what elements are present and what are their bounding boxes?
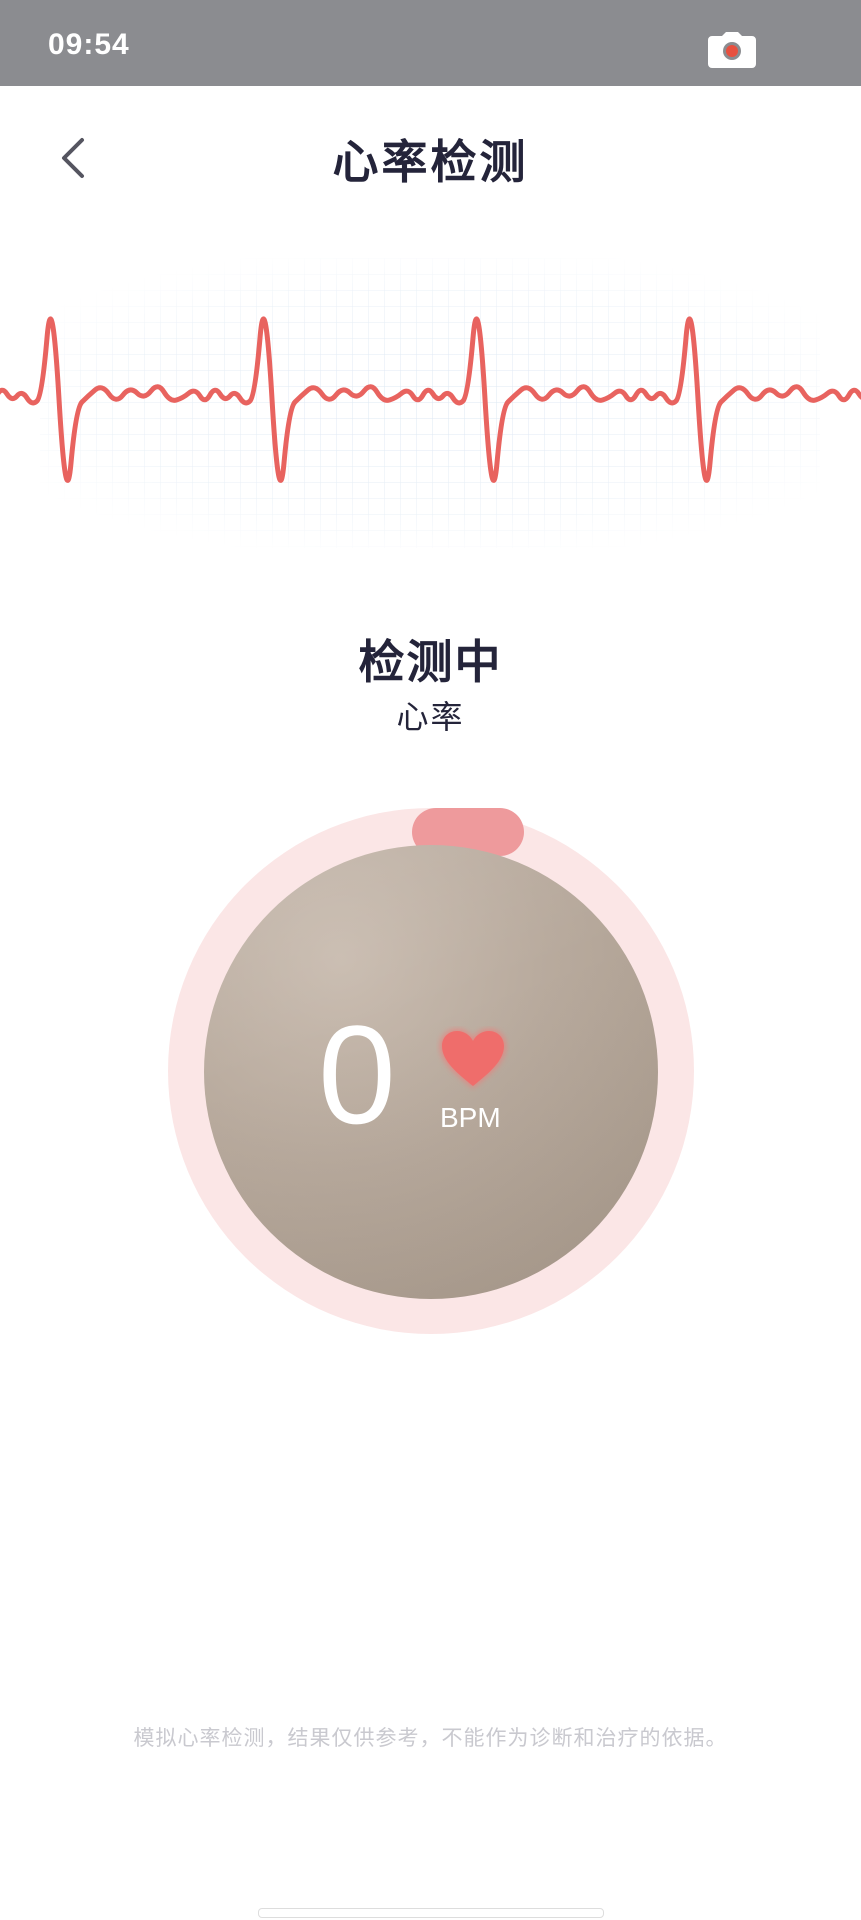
heart-rate-screen: 09:54 心率检测 检测中 心率 0 BPM 模拟心率检测，结果仅供参考，不能… bbox=[0, 0, 861, 1920]
status-time: 09:54 bbox=[48, 28, 130, 61]
status-bar: 09:54 bbox=[0, 0, 861, 86]
page-title: 心率检测 bbox=[332, 135, 529, 189]
home-indicator[interactable] bbox=[258, 1908, 604, 1918]
ecg-waveform bbox=[0, 258, 861, 548]
header: 心率检测 bbox=[0, 86, 861, 226]
heart-icon bbox=[440, 1029, 506, 1088]
preview-shade bbox=[204, 845, 658, 1299]
camera-preview bbox=[204, 845, 658, 1299]
disclaimer: 模拟心率检测，结果仅供参考，不能作为诊断和治疗的依据。 bbox=[133, 1726, 728, 1750]
measurement-status: 检测中 bbox=[358, 635, 503, 689]
bpm-value: 0 bbox=[318, 996, 396, 1153]
ecg-grid bbox=[40, 258, 820, 548]
camera-icon bbox=[708, 32, 756, 68]
metric-label: 心率 bbox=[396, 698, 465, 736]
bpm-unit: BPM bbox=[440, 1102, 501, 1133]
